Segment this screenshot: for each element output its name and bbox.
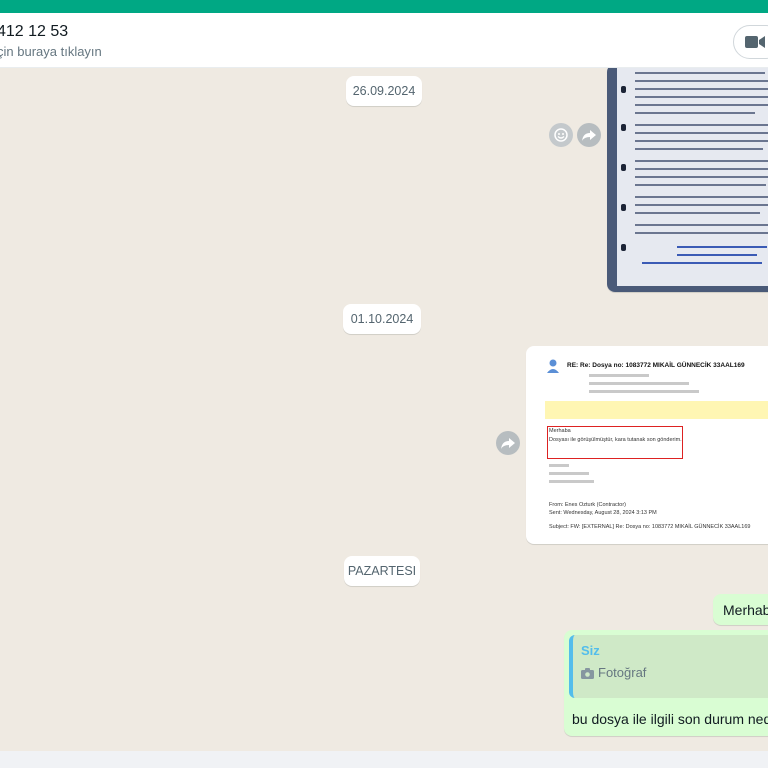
quoted-media-text: Fotoğraf <box>598 665 647 680</box>
quoted-message[interactable]: Siz Fotoğraf <box>569 635 768 698</box>
person-icon <box>547 359 559 373</box>
forward-icon <box>582 130 596 141</box>
forward-icon <box>501 438 515 449</box>
date-separator: PAZARTESI <box>344 556 420 586</box>
message-text: Merhaba <box>723 602 768 618</box>
chat-header[interactable]: 412 12 53 çin buraya tıklayın <box>0 13 768 68</box>
warning-banner <box>545 401 768 419</box>
email-sent: Sent: Wednesday, August 28, 2024 3:13 PM <box>549 510 657 516</box>
outgoing-message[interactable]: Merhaba <box>713 594 768 625</box>
scanned-paper <box>617 68 768 286</box>
message-list[interactable]: 26.09.2024 01.10.2024 RE: Re: Dosya no: … <box>0 68 768 751</box>
email-subject-line: Subject: FW: [EXTERNAL] Re: Dosya no: 10… <box>549 524 751 530</box>
email-body: Dosyası ile görüşülmüştür, kara tutanak … <box>549 437 682 443</box>
camera-icon <box>581 668 594 679</box>
forward-button[interactable] <box>577 123 601 147</box>
email-from: From: Enes Ozturk (Contractor) <box>549 502 627 508</box>
video-call-icon <box>745 36 765 48</box>
date-separator: 26.09.2024 <box>346 76 422 106</box>
emoji-icon <box>554 128 568 142</box>
email-screenshot-photo[interactable]: RE: Re: Dosya no: 1083772 MIKAİL GÜNNECİ… <box>526 346 768 544</box>
contact-name[interactable]: 412 12 53 <box>0 23 68 41</box>
email-screenshot: RE: Re: Dosya no: 1083772 MIKAİL GÜNNECİ… <box>529 349 768 541</box>
forward-button[interactable] <box>496 431 520 455</box>
date-separator: 01.10.2024 <box>343 304 421 334</box>
top-accent-bar <box>0 0 768 13</box>
email-greeting: Merhaba <box>549 428 571 434</box>
video-call-button[interactable] <box>733 25 768 59</box>
compose-bar[interactable] <box>0 751 768 768</box>
quoted-media-label: Fotoğraf <box>581 665 646 680</box>
message-text: bu dosya ile ilgili son durum nedir <box>572 711 768 727</box>
document-photo[interactable] <box>607 68 768 292</box>
contact-info-hint[interactable]: çin buraya tıklayın <box>0 44 102 59</box>
email-subject: RE: Re: Dosya no: 1083772 MIKAİL GÜNNECİ… <box>567 362 745 369</box>
outgoing-reply-message[interactable]: Siz Fotoğraf bu dosya ile ilgili son dur… <box>564 630 768 736</box>
quoted-sender: Siz <box>581 643 600 658</box>
react-button[interactable] <box>549 123 573 147</box>
